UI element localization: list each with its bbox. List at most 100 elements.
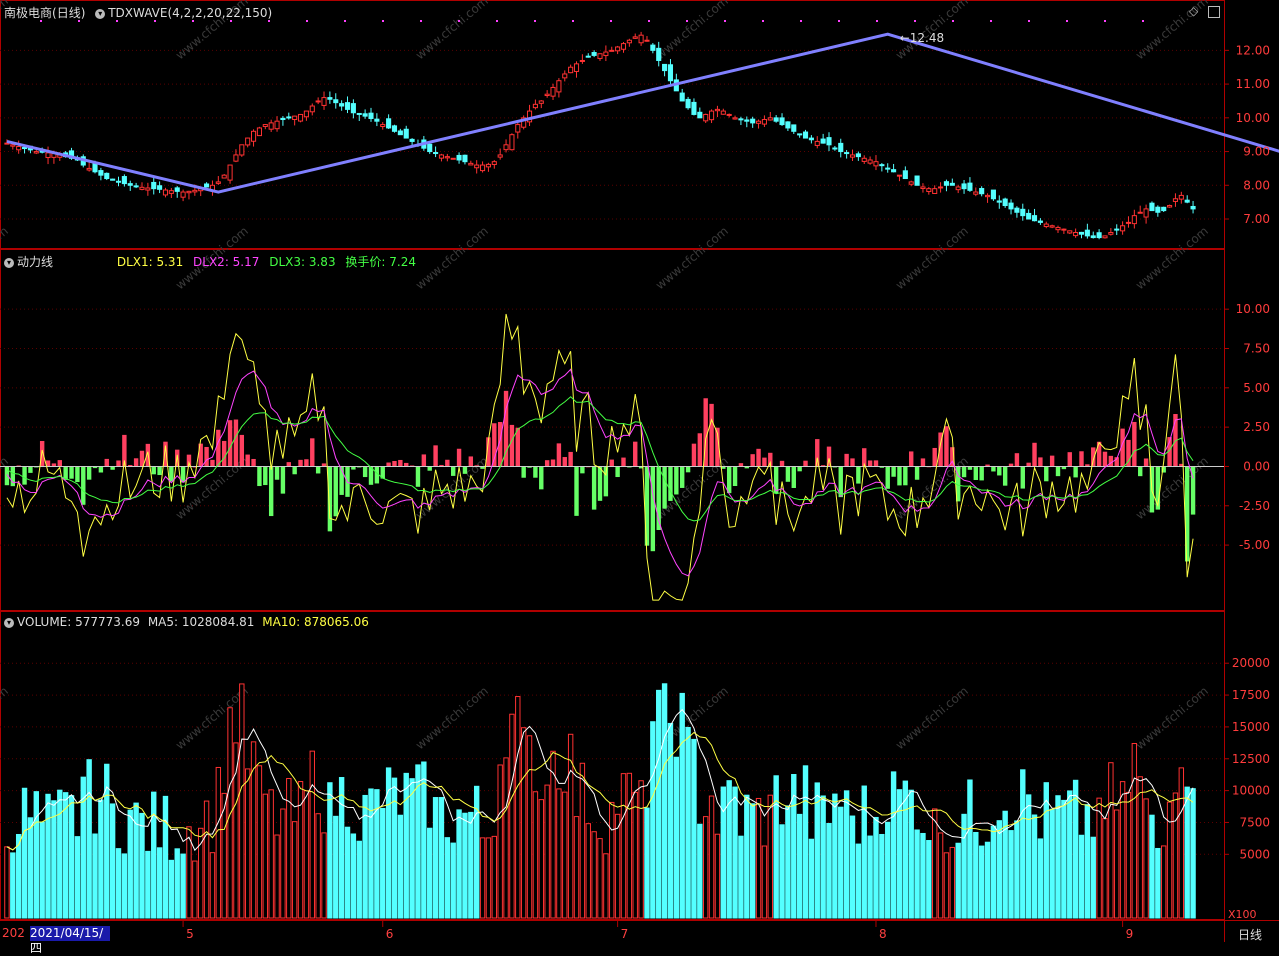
candle xyxy=(303,110,309,121)
volume-bar xyxy=(262,793,269,919)
candle xyxy=(1137,205,1143,214)
volume-bar xyxy=(826,822,832,919)
axis-tick-label: -2.50 xyxy=(1239,499,1270,513)
signal-dot xyxy=(990,20,992,22)
dlx-bar xyxy=(362,466,368,478)
dlx-bar xyxy=(386,462,391,467)
dlx-bar xyxy=(169,466,174,482)
watermark-text: www.cfchi.com xyxy=(653,224,731,293)
candle xyxy=(497,148,503,160)
candle xyxy=(427,143,433,154)
volume-bar xyxy=(74,836,81,919)
candle-body xyxy=(779,117,785,126)
stock-chart-canvas[interactable]: www.cfchi.com www.cfchi.com www.cfchi.com w… xyxy=(0,0,1279,942)
candle xyxy=(104,172,110,181)
dlx-bar xyxy=(445,459,450,467)
candle-body xyxy=(914,175,920,186)
candle-body xyxy=(45,152,51,159)
ma5-value: MA5: 1028084.81 xyxy=(147,615,255,629)
indicator-name[interactable]: TDXWAVE(4,2,2,20,22,150) xyxy=(108,6,272,20)
candle xyxy=(474,160,480,174)
candle xyxy=(838,138,844,158)
volume-value[interactable]: VOLUME: 577773.69 xyxy=(17,615,140,629)
volume-bar xyxy=(1014,820,1020,919)
volume-bar xyxy=(544,784,550,919)
dlx-bar xyxy=(580,466,585,474)
volume-bar xyxy=(632,791,638,919)
candle xyxy=(797,133,803,138)
candle xyxy=(1131,209,1137,229)
axis-tick-label: 9.00 xyxy=(1243,145,1270,159)
period-label[interactable]: 日线 xyxy=(1238,926,1262,943)
volume-bar xyxy=(473,785,480,919)
volume-bar xyxy=(215,766,222,919)
candle xyxy=(920,183,926,193)
volume-bar xyxy=(333,815,339,919)
window-close-icon[interactable] xyxy=(1208,5,1221,18)
volume-bar xyxy=(10,852,16,919)
candle-body xyxy=(444,156,450,159)
candle xyxy=(503,139,509,153)
dlx-bar xyxy=(251,458,256,467)
volume-bar xyxy=(708,795,715,919)
candle-body xyxy=(568,66,574,74)
candle-body xyxy=(773,117,779,122)
dlx-bar xyxy=(81,466,86,505)
volume-bar xyxy=(614,813,621,919)
dlx-bar xyxy=(274,466,280,480)
candle xyxy=(145,182,151,196)
signal-dot xyxy=(1142,20,1144,22)
candle-body xyxy=(626,39,632,44)
candle-body xyxy=(932,188,938,194)
volume-bar xyxy=(673,756,680,919)
candle-body xyxy=(174,187,180,192)
volume-bar xyxy=(838,806,844,919)
dlx-bar xyxy=(133,458,139,467)
dlx-bar xyxy=(726,466,732,494)
dlx-panel[interactable] xyxy=(0,313,1224,601)
volume-bar xyxy=(397,814,404,919)
volume-bar xyxy=(1008,830,1014,919)
dlx-bar xyxy=(1026,462,1031,467)
volume-bar xyxy=(926,840,932,919)
volume-bar xyxy=(1020,769,1026,919)
signal-dot xyxy=(876,20,878,22)
candle xyxy=(491,160,497,169)
candle-body xyxy=(573,63,580,72)
toggle-icon[interactable]: ▾ xyxy=(4,617,14,628)
dlx-bar xyxy=(69,466,74,479)
toggle-icon[interactable]: ▾ xyxy=(4,257,14,268)
volume-bar xyxy=(638,780,644,919)
volume-bar xyxy=(109,803,116,919)
diamond-icon[interactable]: ◇ xyxy=(1189,4,1198,18)
candle-body xyxy=(709,110,715,121)
volume-panel[interactable] xyxy=(4,683,1196,919)
volume-bar xyxy=(538,799,544,919)
volume-bar xyxy=(984,841,991,919)
candle-body xyxy=(204,183,210,188)
candle-body xyxy=(979,188,985,195)
candle-body xyxy=(344,102,351,110)
dlx-bar xyxy=(539,466,544,490)
volume-bar xyxy=(949,846,956,919)
candle xyxy=(509,133,515,151)
volume-bar xyxy=(491,835,498,919)
stock-name[interactable]: 南极电商 xyxy=(4,6,52,20)
candle xyxy=(1155,205,1161,217)
price-panel[interactable]: ←12.48←6.39 xyxy=(4,20,1279,249)
candle xyxy=(356,112,362,122)
volume-bar xyxy=(244,768,251,919)
axis-tick-label: 5000 xyxy=(1239,847,1270,861)
candle-body xyxy=(333,99,339,104)
candle-body xyxy=(274,120,280,130)
dlx-title[interactable]: 动力线 xyxy=(17,255,53,269)
candle-body xyxy=(943,181,949,186)
year-label: 202 xyxy=(2,926,25,940)
dlx-bar xyxy=(216,429,221,467)
toggle-icon[interactable]: ▾ xyxy=(95,8,106,19)
signal-dot xyxy=(306,20,308,22)
volume-bar xyxy=(978,845,985,919)
dlx-bar xyxy=(75,466,80,483)
dlx-bar xyxy=(779,460,785,467)
dlx-bar xyxy=(1143,458,1149,467)
